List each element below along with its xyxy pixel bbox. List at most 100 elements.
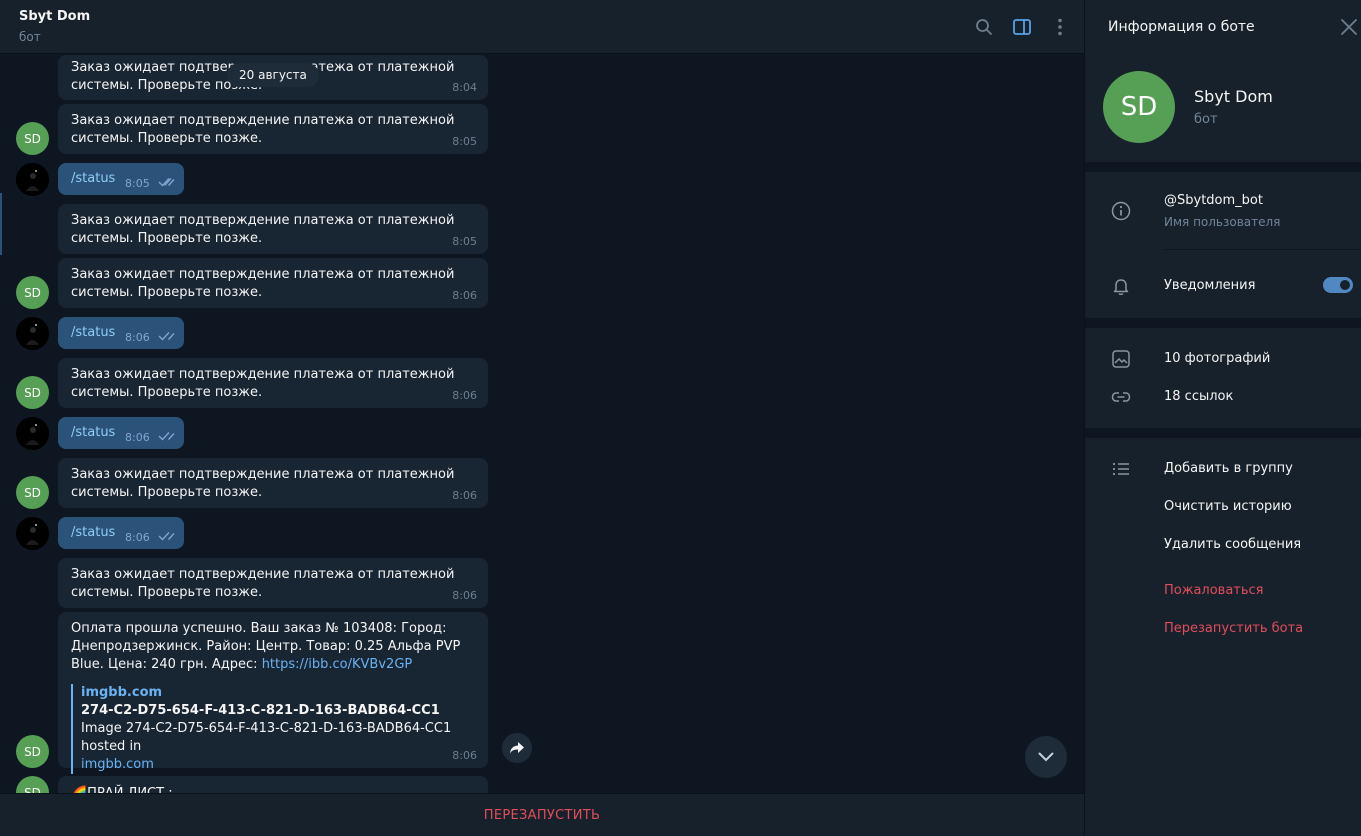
preview-site: imgbb.com bbox=[81, 685, 163, 700]
clear-history-row[interactable]: Очистить историю bbox=[1085, 489, 1361, 525]
bot-message[interactable]: Заказ ожидает подтверждение платежа от п… bbox=[58, 358, 488, 408]
read-check-icon bbox=[158, 330, 175, 345]
bot-avatar[interactable]: SD bbox=[16, 735, 49, 768]
message-time: 8:06 bbox=[452, 749, 477, 762]
bot-message[interactable]: Заказ ожидает подтверждение платежа от п… bbox=[58, 458, 488, 508]
message-text: /status bbox=[71, 425, 116, 440]
bot-avatar[interactable]: SD bbox=[16, 122, 49, 155]
list-icon bbox=[1111, 459, 1131, 479]
delete-messages-label: Удалить сообщения bbox=[1164, 537, 1302, 552]
preview-description: Image 274-C2-D75-654-F-413-C-821-D-163-B… bbox=[81, 721, 452, 754]
report-row[interactable]: Пожаловаться bbox=[1085, 573, 1361, 609]
date-separator: 20 августа bbox=[227, 63, 319, 87]
row-divider bbox=[1164, 249, 1361, 250]
report-label: Пожаловаться bbox=[1164, 583, 1264, 598]
chat-history[interactable]: Заказ ожидает подтверждение платежа от п… bbox=[0, 55, 1084, 793]
message-text: Заказ ожидает подтверждение платежа от п… bbox=[71, 213, 455, 246]
user-message[interactable]: /status 8:05 bbox=[58, 163, 184, 195]
message-text: Заказ ожидает подтверждение платежа от п… bbox=[71, 267, 455, 300]
bot-message[interactable]: Заказ ожидает подтверждение платежа от п… bbox=[58, 204, 488, 254]
bell-icon bbox=[1111, 276, 1131, 300]
message-time: 8:05 bbox=[452, 135, 477, 148]
user-avatar[interactable] bbox=[16, 317, 49, 350]
link-preview[interactable]: imgbb.com 274-C2-D75-654-F-413-C-821-D-1… bbox=[71, 684, 475, 774]
notifications-toggle[interactable] bbox=[1323, 277, 1353, 293]
toggle-knob bbox=[1338, 278, 1352, 292]
bot-username[interactable]: @Sbytdom_bot bbox=[1164, 193, 1263, 208]
clear-history-label: Очистить историю bbox=[1164, 499, 1292, 514]
photos-row[interactable]: 10 фотографий bbox=[1085, 341, 1361, 377]
user-message[interactable]: /status 8:06 bbox=[58, 317, 184, 349]
message-text: Оплата прошла успешно. Ваш заказ № 10340… bbox=[71, 620, 475, 674]
add-to-group-row[interactable]: Добавить в группу bbox=[1085, 451, 1361, 487]
bot-avatar[interactable]: SD bbox=[16, 376, 49, 409]
restart-button[interactable]: ПЕРЕЗАПУСТИТЬ bbox=[484, 808, 600, 823]
message-time: 8:06 bbox=[452, 589, 477, 602]
message-time: 8:05 bbox=[452, 235, 477, 248]
read-check-icon bbox=[158, 430, 175, 445]
bot-message[interactable]: Заказ ожидает подтверждение платежа от п… bbox=[58, 558, 488, 608]
user-message[interactable]: /status 8:06 bbox=[58, 417, 184, 449]
bot-name: Sbyt Dom bbox=[1194, 87, 1273, 106]
message-text: /status bbox=[71, 525, 116, 540]
user-avatar[interactable] bbox=[16, 417, 49, 450]
payment-link[interactable]: https://ibb.co/KVBv2GP bbox=[262, 657, 413, 672]
preview-link[interactable]: imgbb.com bbox=[81, 756, 475, 774]
message-text: Заказ ожидает подтверждение платежа от п… bbox=[71, 367, 455, 400]
read-check-icon bbox=[158, 176, 175, 191]
unread-marker bbox=[0, 193, 2, 255]
info-icon bbox=[1111, 201, 1131, 225]
message-text: Заказ ожидает подтверждение платежа от п… bbox=[71, 113, 455, 146]
composer-bar: ПЕРЕЗАПУСТИТЬ bbox=[0, 793, 1084, 836]
link-icon bbox=[1111, 387, 1131, 407]
message-time: 8:06 bbox=[125, 331, 150, 344]
read-check-icon bbox=[158, 530, 175, 545]
user-avatar[interactable] bbox=[16, 163, 49, 196]
message-time: 8:06 bbox=[452, 489, 477, 502]
chat-header: Sbyt Dom бот bbox=[0, 0, 1084, 54]
bot-avatar[interactable]: SD bbox=[16, 776, 49, 793]
section-divider bbox=[1085, 428, 1361, 438]
panel-title: Информация о боте bbox=[1108, 19, 1255, 35]
add-to-group-label: Добавить в группу bbox=[1164, 461, 1293, 476]
chat-subtitle: бот bbox=[19, 30, 41, 44]
more-menu-icon[interactable] bbox=[1049, 16, 1071, 38]
bot-avatar[interactable]: SD bbox=[16, 276, 49, 309]
bot-status: бот bbox=[1194, 112, 1218, 127]
close-icon[interactable] bbox=[1340, 18, 1358, 36]
bot-message[interactable]: 🌈ПРАЙ ЛИСТ : bbox=[58, 776, 488, 793]
restart-bot-row[interactable]: Перезапустить бота bbox=[1085, 611, 1361, 647]
message-text: Заказ ожидает подтверждение платежа от п… bbox=[71, 567, 455, 600]
sidebar-toggle-icon[interactable] bbox=[1011, 16, 1033, 38]
preview-title: 274-C2-D75-654-F-413-C-821-D-163-BADB64-… bbox=[81, 703, 440, 718]
message-text: /status bbox=[71, 171, 116, 186]
notifications-label: Уведомления bbox=[1164, 278, 1256, 293]
restart-bot-label: Перезапустить бота bbox=[1164, 621, 1304, 636]
chat-title[interactable]: Sbyt Dom bbox=[19, 9, 90, 24]
bot-message[interactable]: Заказ ожидает подтверждение платежа от п… bbox=[58, 104, 488, 154]
username-label: Имя пользователя bbox=[1164, 215, 1281, 229]
payment-message[interactable]: Оплата прошла успешно. Ваш заказ № 10340… bbox=[58, 612, 488, 774]
bot-message[interactable]: Заказ ожидает подтверждение платежа от п… bbox=[58, 258, 488, 308]
user-message[interactable]: /status 8:06 bbox=[58, 517, 184, 549]
forward-icon bbox=[510, 742, 524, 754]
user-avatar[interactable] bbox=[16, 517, 49, 550]
forward-button[interactable] bbox=[502, 733, 532, 763]
message-time: 8:04 bbox=[452, 81, 477, 94]
delete-messages-row[interactable]: Удалить сообщения bbox=[1085, 527, 1361, 563]
photo-icon bbox=[1111, 349, 1131, 369]
photos-count: 10 фотографий bbox=[1164, 351, 1271, 366]
message-time: 8:06 bbox=[125, 431, 150, 444]
links-row[interactable]: 18 ссылок bbox=[1085, 379, 1361, 415]
message-text: /status bbox=[71, 325, 116, 340]
message-text: 🌈ПРАЙ ЛИСТ : bbox=[71, 785, 475, 793]
search-icon[interactable] bbox=[973, 16, 995, 38]
links-count: 18 ссылок bbox=[1164, 389, 1234, 404]
bot-avatar[interactable]: SD bbox=[16, 476, 49, 509]
message-time: 8:05 bbox=[125, 177, 150, 190]
message-time: 8:06 bbox=[452, 389, 477, 402]
scroll-down-button[interactable] bbox=[1025, 736, 1067, 778]
message-time: 8:06 bbox=[452, 289, 477, 302]
bot-profile-avatar[interactable]: SD bbox=[1103, 71, 1175, 143]
message-time: 8:06 bbox=[125, 531, 150, 544]
